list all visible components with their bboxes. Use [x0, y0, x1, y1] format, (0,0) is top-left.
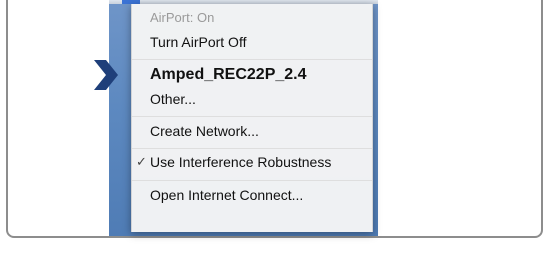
network-item-selected[interactable]: Amped_REC22P_2.4 [150, 66, 362, 84]
turn-airport-off-item[interactable]: Turn AirPort Off [150, 34, 362, 50]
chevron-right-icon [94, 60, 118, 90]
menu-separator [132, 116, 372, 117]
airport-menu: AirPort: On Turn AirPort Off Amped_REC22… [131, 4, 373, 232]
interference-robustness-item[interactable]: Use Interference Robustness [150, 154, 362, 170]
airport-status: AirPort: On [150, 10, 215, 25]
create-network-item[interactable]: Create Network... [150, 123, 362, 139]
other-network-item[interactable]: Other... [150, 91, 362, 107]
open-internet-connect-item[interactable]: Open Internet Connect... [150, 187, 362, 203]
menu-separator [132, 148, 372, 149]
check-icon: ✓ [136, 154, 147, 169]
menu-separator [132, 180, 372, 181]
menu-separator [132, 59, 372, 60]
